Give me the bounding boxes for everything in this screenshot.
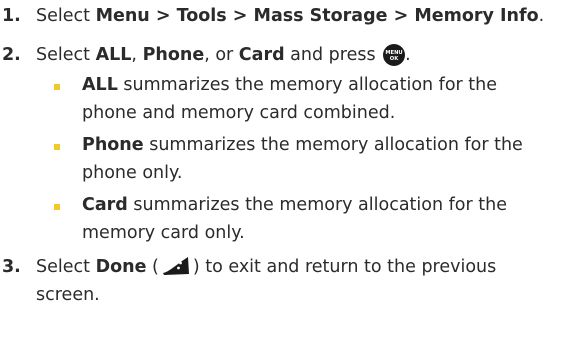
done-label: Done bbox=[95, 257, 147, 277]
term: ALL bbox=[82, 75, 118, 95]
instruction-list: 1. Select Menu > Tools > Mass Storage > … bbox=[0, 2, 560, 309]
step-2: 2. Select ALL, Phone, or Card and press … bbox=[0, 41, 560, 69]
menu-path: Menu > Tools > Mass Storage > Memory Inf… bbox=[95, 6, 539, 26]
bullet-icon bbox=[54, 84, 60, 90]
step-number: 3. bbox=[2, 257, 21, 277]
step-text: Select Done () to exit and return to the… bbox=[36, 257, 497, 305]
step-text: Select Menu > Tools > Mass Storage > Mem… bbox=[36, 6, 545, 26]
option-phone: Phone bbox=[142, 45, 205, 65]
option-all: ALL bbox=[95, 45, 132, 65]
bullet-icon bbox=[54, 204, 60, 210]
svg-text:OK: OK bbox=[390, 56, 399, 62]
term: Card bbox=[82, 195, 128, 215]
step-number: 1. bbox=[2, 6, 21, 26]
option-card: Card bbox=[238, 45, 285, 65]
description: summarizes the memory allocation for the… bbox=[82, 75, 498, 123]
list-item: ALL summarizes the memory allocation for… bbox=[54, 71, 549, 127]
back-softkey-icon bbox=[162, 257, 189, 275]
step-number: 2. bbox=[2, 45, 21, 65]
sub-list: ALL summarizes the memory allocation for… bbox=[54, 71, 549, 247]
step-3: 3. Select Done () to exit and return to … bbox=[0, 253, 560, 309]
description: summarizes the memory allocation for the… bbox=[82, 195, 507, 243]
term: Phone bbox=[82, 135, 144, 155]
step-1: 1. Select Menu > Tools > Mass Storage > … bbox=[0, 2, 560, 30]
menu-ok-key-icon: MENUOK bbox=[383, 44, 406, 66]
bullet-icon bbox=[54, 144, 60, 150]
list-item: Phone summarizes the memory allocation f… bbox=[54, 131, 549, 187]
list-item: Card summarizes the memory allocation fo… bbox=[54, 191, 549, 247]
step-text: Select ALL, Phone, or Card and press MEN… bbox=[36, 44, 411, 66]
description: summarizes the memory allocation for the… bbox=[82, 135, 523, 183]
